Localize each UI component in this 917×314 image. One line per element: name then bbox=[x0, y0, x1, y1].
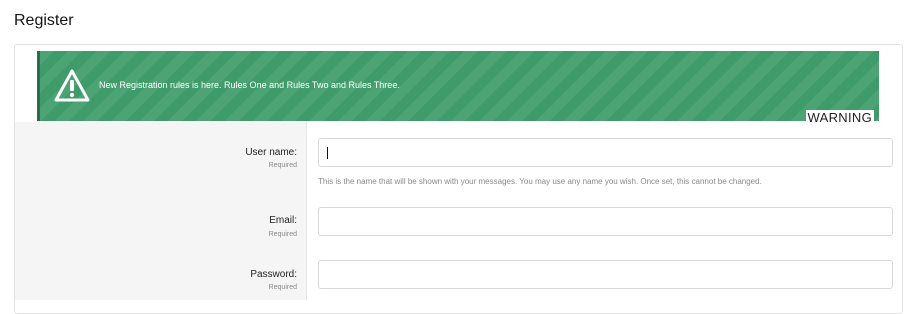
username-label: User name: bbox=[245, 147, 297, 158]
notice-tag: WARNING bbox=[805, 110, 874, 125]
email-required-hint: Required bbox=[268, 231, 297, 238]
registration-notice: New Registration rules is here. Rules On… bbox=[37, 51, 879, 125]
username-input[interactable] bbox=[318, 138, 893, 167]
notice-message: New Registration rules is here. Rules On… bbox=[99, 80, 400, 90]
email-input[interactable] bbox=[318, 207, 893, 236]
username-required-hint: Required bbox=[268, 162, 297, 169]
page-title: Register bbox=[14, 12, 74, 29]
password-input[interactable] bbox=[318, 260, 893, 289]
password-label: Password: bbox=[250, 269, 297, 280]
username-explain: This is the name that will be shown with… bbox=[318, 177, 762, 186]
password-required-hint: Required bbox=[268, 284, 297, 291]
email-label: Email: bbox=[269, 215, 297, 226]
text-caret bbox=[327, 147, 328, 159]
warning-triangle-icon bbox=[54, 69, 90, 102]
